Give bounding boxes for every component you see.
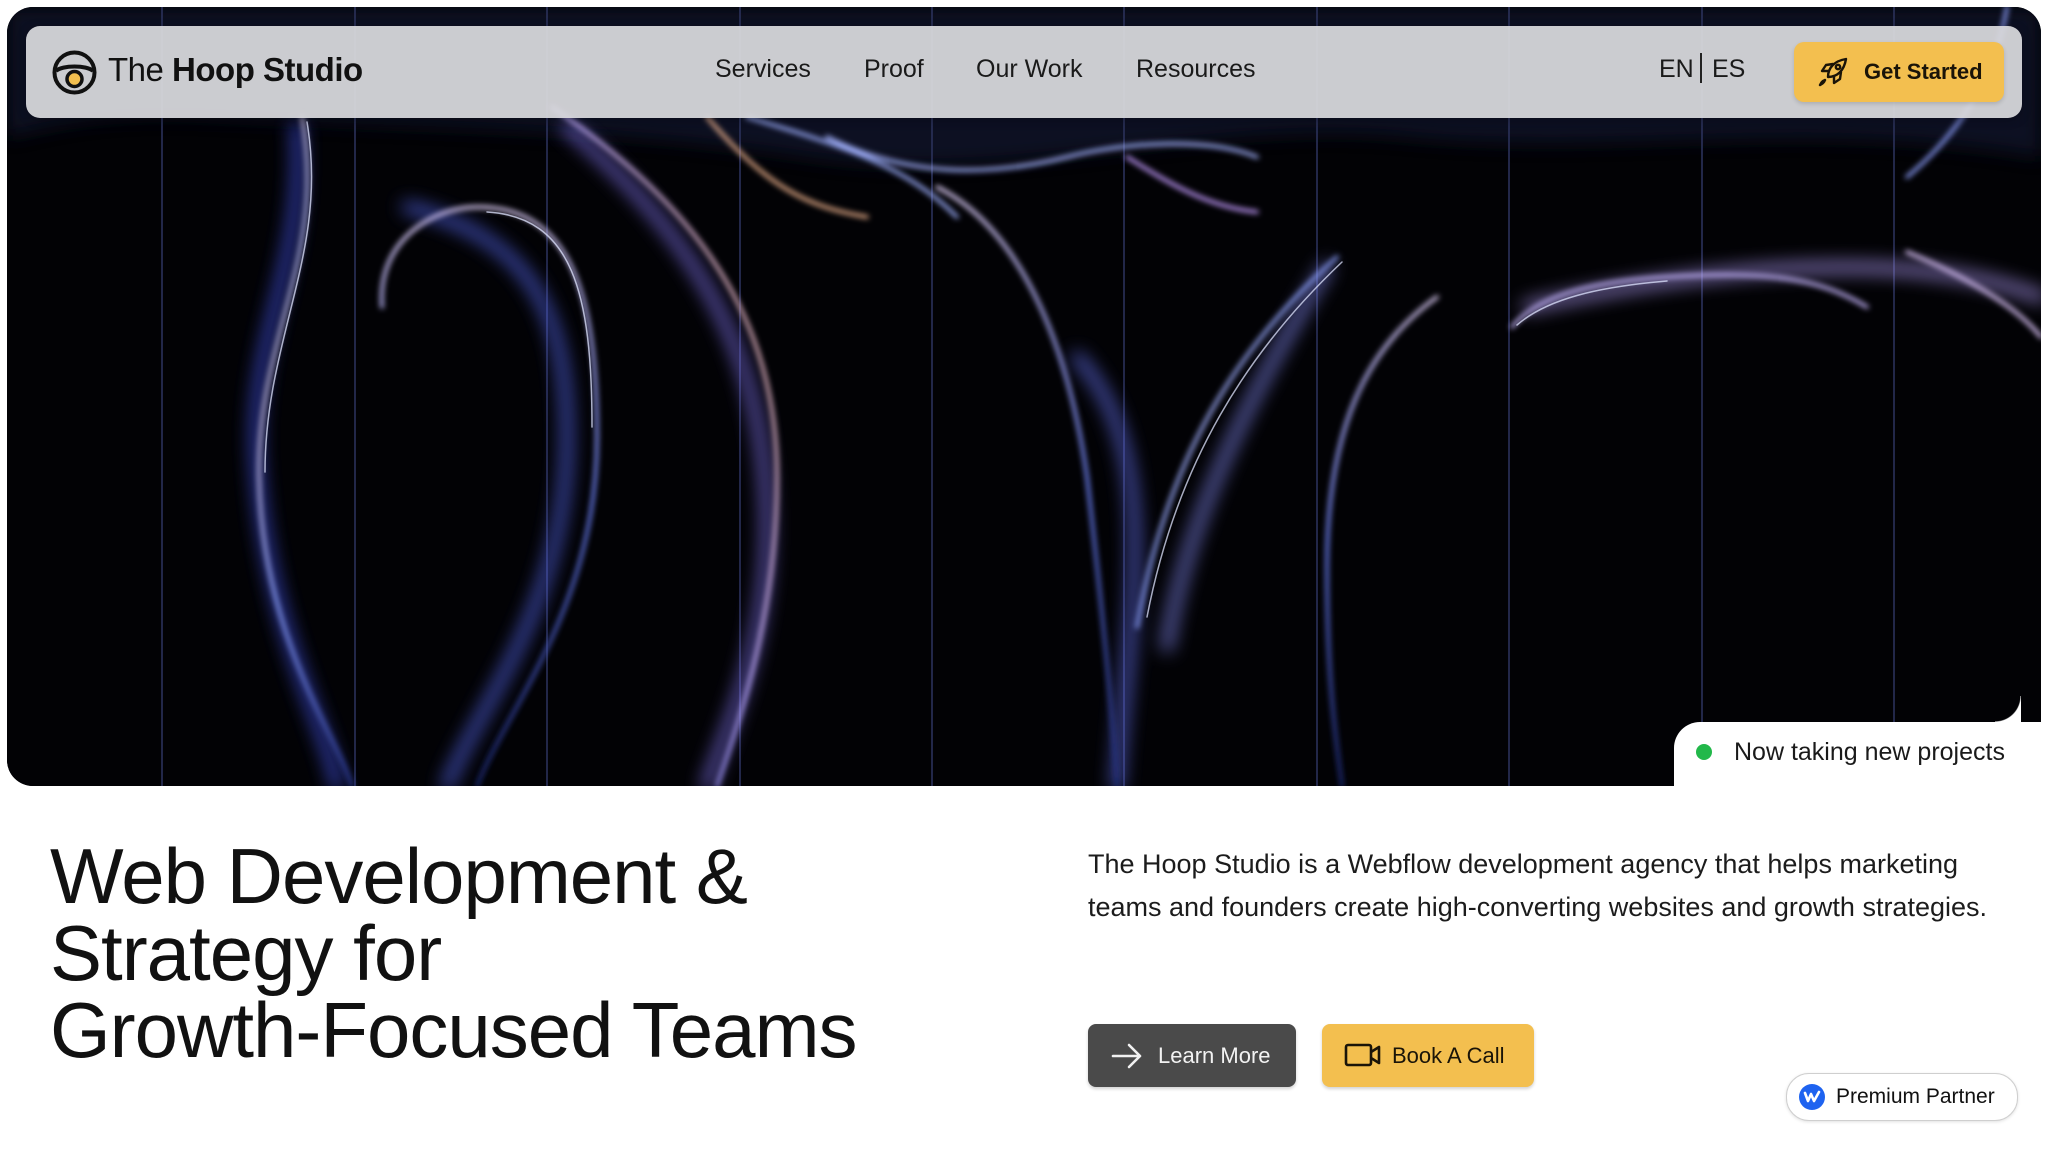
book-a-call-label: Book A Call	[1392, 1043, 1505, 1068]
get-started-button[interactable]: Get Started	[1794, 42, 2004, 102]
language-divider	[1700, 53, 1702, 83]
learn-more-label: Learn More	[1158, 1043, 1271, 1068]
status-text: Now taking new projects	[1734, 738, 2005, 766]
status-tab: Now taking new projects	[1674, 696, 2048, 792]
nav-link-our-work[interactable]: Our Work	[976, 55, 1083, 84]
get-started-label: Get Started	[1864, 59, 1983, 84]
logo-icon[interactable]	[52, 50, 97, 95]
brand-name: Hoop Studio	[172, 51, 363, 88]
brand-prefix: The	[108, 51, 164, 88]
top-navigation: The Hoop Studio Services Proof Our Work …	[26, 26, 2022, 118]
webflow-icon	[1799, 1084, 1825, 1110]
hero-headline: Web Development & Strategy for Growth-Fo…	[50, 832, 990, 1074]
video-camera-icon	[1344, 1043, 1381, 1067]
hero-description: The Hoop Studio is a Webflow development…	[1088, 849, 1988, 922]
premium-partner-badge[interactable]: Premium Partner	[1786, 1073, 2018, 1121]
nav-link-proof[interactable]: Proof	[864, 55, 924, 84]
language-en[interactable]: EN	[1659, 55, 1694, 84]
headline-line-3: Growth-Focused Teams	[50, 986, 858, 1074]
hero-image	[7, 7, 2041, 786]
book-a-call-button[interactable]: Book A Call	[1322, 1024, 1534, 1087]
premium-partner-label: Premium Partner	[1836, 1085, 1995, 1108]
nav-link-resources[interactable]: Resources	[1136, 55, 1256, 84]
abstract-glass-artwork	[7, 7, 2041, 786]
brand-logo-text[interactable]: The Hoop Studio	[108, 51, 363, 89]
nav-link-services[interactable]: Services	[715, 55, 811, 84]
headline-line-1: Web Development &	[50, 832, 748, 920]
language-es[interactable]: ES	[1712, 55, 1745, 84]
headline-line-2: Strategy for	[50, 909, 442, 997]
rocket-icon	[1818, 57, 1848, 87]
status-dot-icon	[1696, 744, 1712, 760]
learn-more-button[interactable]: Learn More	[1088, 1024, 1296, 1087]
arrow-right-icon	[1111, 1043, 1142, 1069]
